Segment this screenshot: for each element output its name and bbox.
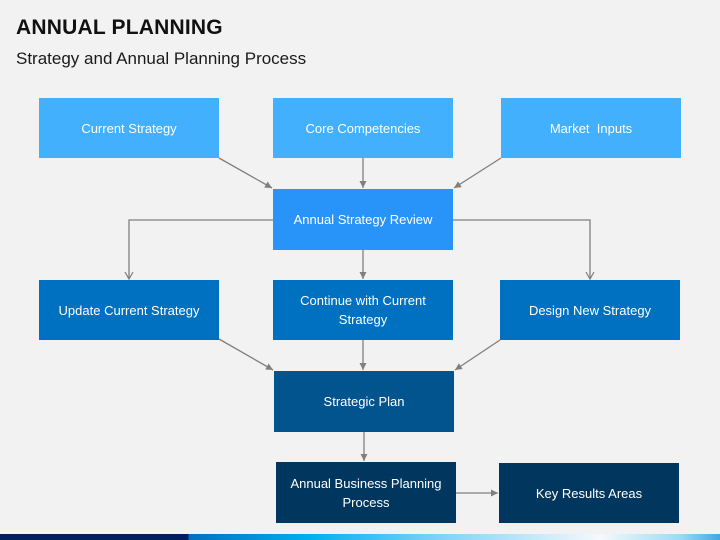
box-annual-strategy-review: Annual Strategy Review <box>273 189 453 250</box>
box-label: Annual Strategy Review <box>293 212 433 227</box>
box-label: Core Competencies <box>305 120 421 136</box>
edge-design-to-plan <box>454 339 501 371</box>
box-label: Update Current Strategy <box>58 302 200 318</box>
box-label: Continue with Current Strategy <box>300 293 426 327</box>
box-label: Current Strategy <box>81 120 177 136</box>
box-label: Strategic Plan <box>323 394 405 409</box>
box-label: Annual Business Planning Process <box>290 475 442 510</box>
box-annual-business-planning: Annual Business Planning Process <box>276 462 456 523</box>
footer-gradient-bar <box>0 534 720 540</box>
box-label: Key Results Areas <box>535 485 643 501</box>
edge-update-to-plan <box>218 338 274 371</box>
box-continue-current-strategy: Continue with Current Strategy <box>273 280 453 340</box>
edge-review-to-update <box>124 219 273 281</box>
box-design-new-strategy: Design New Strategy <box>500 280 680 340</box>
box-label: Market Inputs <box>549 120 633 136</box>
edge-review-to-design <box>453 219 595 281</box>
box-current-strategy: Current Strategy <box>39 98 219 158</box>
connectors <box>124 157 595 497</box>
box-core-competencies: Core Competencies <box>273 98 453 158</box>
box-update-current-strategy: Update Current Strategy <box>39 280 219 340</box>
box-market-inputs: Market Inputs <box>501 98 681 158</box>
edge-current-to-review <box>218 157 273 189</box>
box-strategic-plan: Strategic Plan <box>274 371 454 432</box>
box-key-results-areas: Key Results Areas <box>499 463 679 523</box>
edge-market-to-review <box>453 157 502 189</box>
box-label: Design New Strategy <box>528 302 652 318</box>
